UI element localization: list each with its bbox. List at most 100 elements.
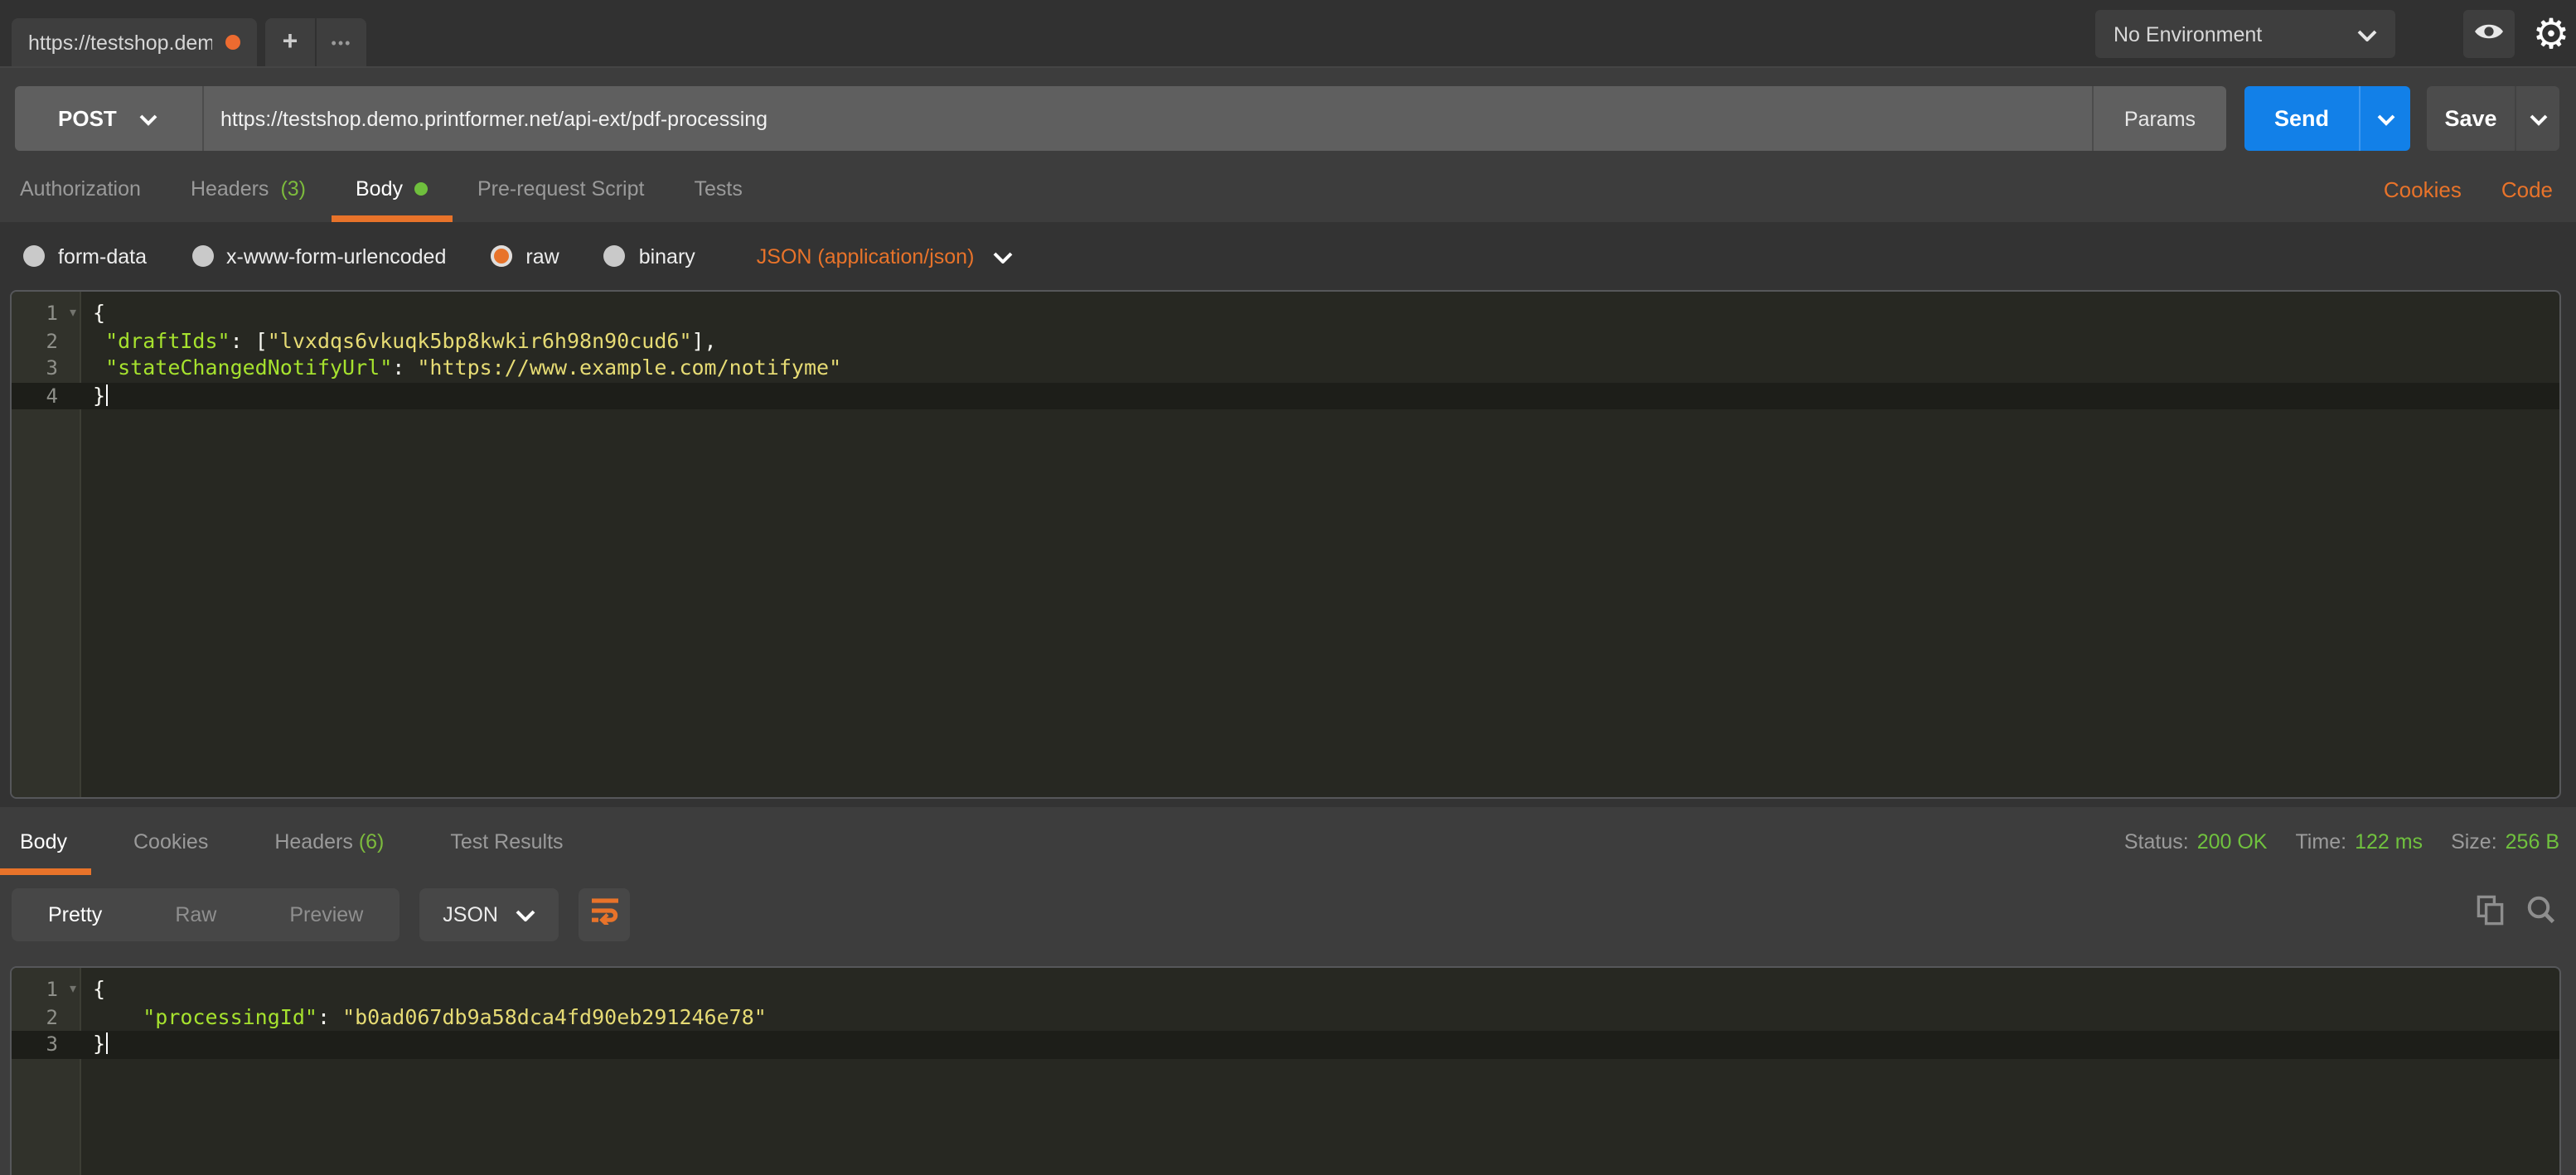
code-line: 2 "processingId": "b0ad067db9a58dca4fd90…	[12, 1003, 2559, 1031]
tab-authorization[interactable]: Authorization	[20, 156, 166, 222]
params-button[interactable]: Params	[2092, 86, 2226, 151]
line-number: 1▾	[12, 300, 80, 327]
tab-headers[interactable]: Headers (3)	[166, 156, 331, 222]
request-tabs-row: Authorization Headers (3) Body Pre-reque…	[0, 156, 2576, 222]
radio-label: binary	[639, 244, 695, 268]
code-text: {	[80, 976, 105, 1003]
body-type-x-www-form-urlencoded[interactable]: x-www-form-urlencoded	[191, 244, 446, 268]
language-value: JSON	[443, 902, 498, 926]
code-line: 4}	[12, 382, 2559, 409]
body-type-bar: form-data x-www-form-urlencoded raw bina…	[0, 222, 2576, 290]
radio-label: raw	[525, 244, 559, 268]
code-text: "processingId": "b0ad067db9a58dca4fd90eb…	[80, 1003, 767, 1031]
request-tab[interactable]: https://testshop.demo	[12, 18, 257, 66]
request-url-row: POST https://testshop.demo.printformer.n…	[0, 68, 2576, 156]
code-line: 1▾{	[12, 300, 2559, 327]
response-tabs-row: Body Cookies Headers (6) Test Results St…	[0, 807, 2576, 875]
response-tab-test-results[interactable]: Test Results	[417, 829, 596, 853]
view-mode-switcher: Pretty Raw Preview	[12, 887, 399, 940]
response-tab-headers[interactable]: Headers (6)	[241, 829, 417, 853]
view-mode-preview[interactable]: Preview	[253, 902, 399, 926]
code-line: 3 "stateChangedNotifyUrl": "https://www.…	[12, 355, 2559, 382]
unsaved-changes-dot-icon	[225, 35, 240, 50]
fold-caret-icon[interactable]: ▾	[70, 300, 76, 327]
wrap-lines-button[interactable]	[579, 887, 631, 940]
status-label: Status:	[2124, 829, 2189, 853]
code-text: }	[80, 382, 108, 409]
code-text: "stateChangedNotifyUrl": "https://www.ex…	[80, 355, 841, 382]
tab-label: Tests	[694, 177, 742, 201]
chevron-down-icon	[2357, 22, 2377, 46]
content-type-selector[interactable]: JSON (application/json)	[757, 244, 1013, 268]
tab-label: Authorization	[20, 177, 141, 201]
eye-icon	[2473, 19, 2505, 49]
save-button-group: Save	[2427, 86, 2559, 151]
wrap-text-icon	[590, 896, 620, 932]
response-body-editor[interactable]: 1▾{2 "processingId": "b0ad067db9a58dca4f…	[10, 966, 2561, 1175]
view-mode-raw[interactable]: Raw	[138, 902, 253, 926]
request-body-editor[interactable]: 1▾{2 "draftIds": ["lvxdqs6vkuqk5bp8kwkir…	[10, 290, 2561, 799]
active-tab-underline	[0, 868, 91, 875]
line-number: 2	[12, 327, 80, 355]
response-tab-body[interactable]: Body	[20, 829, 100, 853]
send-button-group: Send	[2244, 86, 2410, 151]
code-link[interactable]: Code	[2501, 176, 2553, 201]
search-response-button[interactable]	[2526, 895, 2556, 933]
response-language-selector[interactable]: JSON	[419, 887, 559, 940]
code-text: "draftIds": ["lvxdqs6vkuqk5bp8kwkir6h98n…	[80, 327, 717, 355]
response-headers-count-badge: (6)	[359, 829, 385, 853]
environment-quick-look-button[interactable]	[2463, 10, 2515, 58]
environment-selector[interactable]: No Environment	[2095, 10, 2395, 58]
body-type-form-data[interactable]: form-data	[23, 244, 147, 268]
url-input[interactable]: https://testshop.demo.printformer.net/ap…	[204, 86, 2092, 151]
request-links: Cookies Code	[2384, 176, 2576, 201]
time-value: 122 ms	[2355, 829, 2423, 853]
environment-selector-value: No Environment	[2114, 22, 2262, 46]
code-line: 3}	[12, 1031, 2559, 1058]
body-type-binary[interactable]: binary	[604, 244, 695, 268]
text-cursor	[105, 384, 108, 405]
save-button[interactable]: Save	[2427, 86, 2516, 151]
size-value: 256 B	[2506, 829, 2559, 853]
status-badge: 200 OK	[2197, 829, 2268, 853]
radio-icon	[604, 245, 626, 267]
send-options-button[interactable]	[2361, 86, 2410, 151]
code-text: {	[80, 300, 105, 327]
text-cursor	[105, 1032, 108, 1054]
cookies-link[interactable]: Cookies	[2384, 176, 2462, 201]
fold-caret-icon[interactable]: ▾	[70, 976, 76, 1003]
radio-label: x-www-form-urlencoded	[226, 244, 446, 268]
settings-button[interactable]: ⚙	[2526, 2, 2576, 65]
size-metric: Size: 256 B	[2451, 829, 2559, 853]
method-selector[interactable]: POST	[15, 86, 204, 151]
radio-icon	[23, 245, 45, 267]
gear-icon: ⚙	[2533, 9, 2570, 57]
more-tabs-button[interactable]: •••	[317, 18, 366, 66]
code-line: 2 "draftIds": ["lvxdqs6vkuqk5bp8kwkir6h9…	[12, 327, 2559, 355]
chevron-down-icon	[140, 104, 158, 133]
response-toolbar: Pretty Raw Preview JSON	[0, 875, 2576, 953]
view-mode-pretty[interactable]: Pretty	[12, 902, 138, 926]
tab-body[interactable]: Body	[331, 156, 453, 222]
body-type-raw[interactable]: raw	[491, 244, 559, 268]
response-tab-cookies[interactable]: Cookies	[100, 829, 241, 853]
chevron-down-icon	[516, 902, 536, 926]
line-number: 1▾	[12, 976, 80, 1003]
size-label: Size:	[2451, 829, 2497, 853]
tab-tests[interactable]: Tests	[669, 156, 767, 222]
time-label: Time:	[2295, 829, 2346, 853]
send-button[interactable]: Send	[2244, 86, 2361, 151]
save-options-button[interactable]	[2516, 86, 2559, 151]
radio-label: form-data	[58, 244, 147, 268]
status-metric: Status: 200 OK	[2124, 829, 2268, 853]
line-number: 2	[12, 1003, 80, 1031]
new-tab-button[interactable]: +	[265, 18, 315, 66]
copy-response-button[interactable]	[2477, 894, 2505, 934]
time-metric: Time: 122 ms	[2295, 829, 2423, 853]
tab-label: Headers	[191, 177, 269, 201]
chevron-down-icon	[2376, 104, 2394, 133]
code-text: }	[80, 1031, 108, 1058]
tab-pre-request-script[interactable]: Pre-request Script	[453, 156, 669, 222]
response-metrics: Status: 200 OK Time: 122 ms Size: 256 B	[2124, 829, 2576, 853]
request-tab-label: https://testshop.demo	[28, 31, 212, 54]
